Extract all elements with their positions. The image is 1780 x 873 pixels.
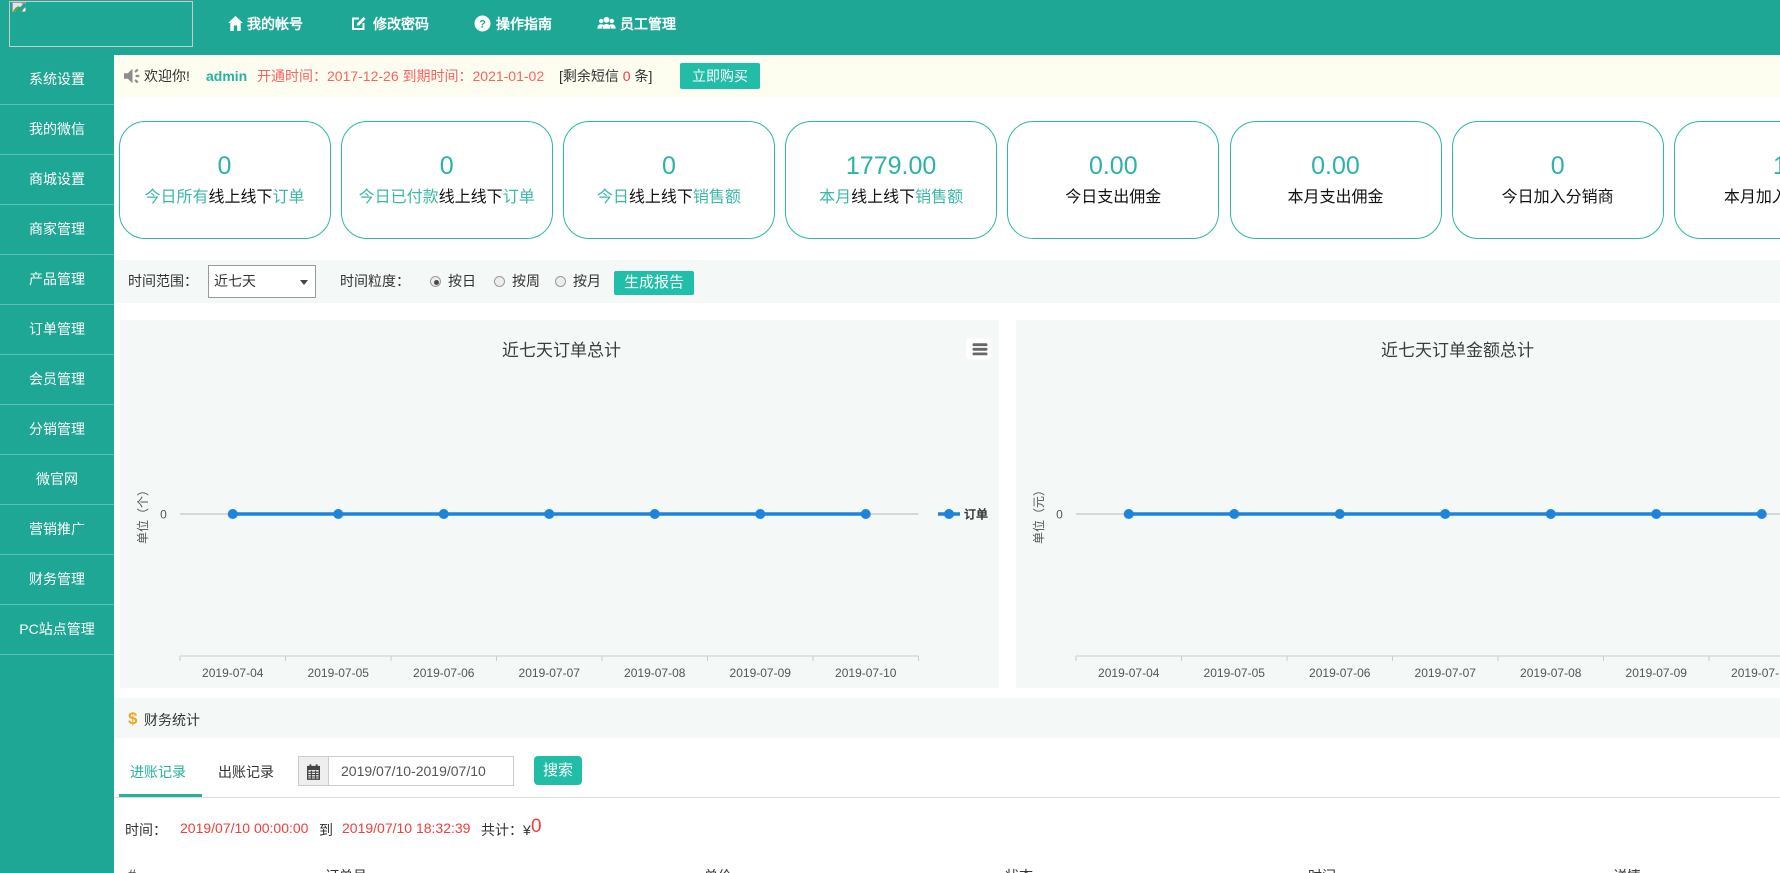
svg-text:2019-07-04: 2019-07-04 bbox=[202, 666, 264, 680]
svg-text:单位（元）: 单位（元） bbox=[1031, 484, 1046, 544]
svg-text:2019-07-08: 2019-07-08 bbox=[624, 666, 686, 680]
svg-text:2019-07-07: 2019-07-07 bbox=[1415, 666, 1477, 680]
svg-text:?: ? bbox=[479, 19, 486, 31]
svg-text:0: 0 bbox=[1056, 508, 1063, 522]
svg-text:订单: 订单 bbox=[964, 507, 988, 522]
svg-text:2019-07-07: 2019-07-07 bbox=[519, 666, 581, 680]
svg-text:2019-07-09: 2019-07-09 bbox=[1626, 666, 1688, 680]
svg-text:2019-07-10: 2019-07-10 bbox=[835, 666, 897, 680]
svg-text:2019-07-05: 2019-07-05 bbox=[308, 666, 370, 680]
svg-text:2019-07-08: 2019-07-08 bbox=[1520, 666, 1582, 680]
svg-text:2019-07-05: 2019-07-05 bbox=[1204, 666, 1266, 680]
svg-text:2019-07-09: 2019-07-09 bbox=[730, 666, 792, 680]
svg-text:2019-07-06: 2019-07-06 bbox=[413, 666, 475, 680]
svg-text:2019-07-10: 2019-07-10 bbox=[1731, 666, 1780, 680]
svg-text:2019-07-06: 2019-07-06 bbox=[1309, 666, 1371, 680]
svg-text:2019-07-04: 2019-07-04 bbox=[1098, 666, 1160, 680]
svg-text:单位（个）: 单位（个） bbox=[135, 484, 150, 544]
svg-text:0: 0 bbox=[160, 508, 167, 522]
